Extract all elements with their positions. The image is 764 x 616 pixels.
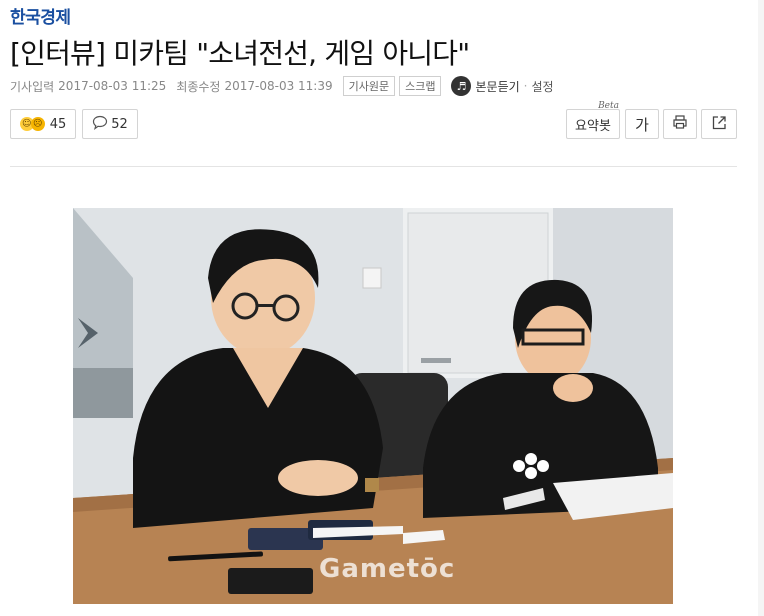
comment-bubble-icon xyxy=(92,115,108,134)
crying-emoji-icon: ☹ xyxy=(30,117,45,131)
share-button[interactable] xyxy=(701,109,737,139)
edit-time: 2017-08-03 11:39 xyxy=(224,79,333,93)
separator-dot: · xyxy=(523,79,528,93)
photo-watermark: Gametōc xyxy=(319,554,456,584)
listen-button[interactable]: ♬ 본문듣기 xyxy=(451,76,520,96)
article-headline: [인터뷰] 미카팀 "소녀전선, 게임 아니다" xyxy=(10,37,470,70)
summary-bot-label: 요약봇 xyxy=(575,118,611,134)
scrap-button[interactable]: 스크랩 xyxy=(399,76,442,96)
reaction-button[interactable]: ☺ ☹ 45 xyxy=(10,109,76,139)
font-size-button[interactable]: 가 xyxy=(625,109,659,139)
share-icon xyxy=(711,114,728,135)
edit-label: 최종수정 xyxy=(176,79,221,94)
header-divider xyxy=(10,166,737,167)
listen-settings-link[interactable]: 설정 xyxy=(531,78,553,95)
headphones-icon: ♬ xyxy=(451,76,472,96)
comment-count: 52 xyxy=(111,116,128,132)
press-logo[interactable]: 한국경제 xyxy=(10,3,71,28)
beta-badge: Beta xyxy=(598,101,619,111)
print-icon xyxy=(672,114,688,134)
input-label: 기사입력 xyxy=(10,79,55,94)
comment-button[interactable]: 52 xyxy=(82,109,138,139)
font-size-label: 가 xyxy=(635,115,649,134)
input-time: 2017-08-03 11:25 xyxy=(58,79,167,93)
summary-bot-button[interactable]: 요약봇 Beta xyxy=(566,101,620,139)
article-meta: 기사입력 2017-08-03 11:25 최종수정 2017-08-03 11… xyxy=(10,76,554,96)
listen-label: 본문듣기 xyxy=(475,79,520,94)
print-button[interactable] xyxy=(663,109,697,139)
reaction-count: 45 xyxy=(49,116,67,132)
original-article-button[interactable]: 기사원문 xyxy=(342,76,396,96)
article-photo: Gametōc xyxy=(73,208,673,604)
scrollbar-track[interactable] xyxy=(758,0,764,616)
